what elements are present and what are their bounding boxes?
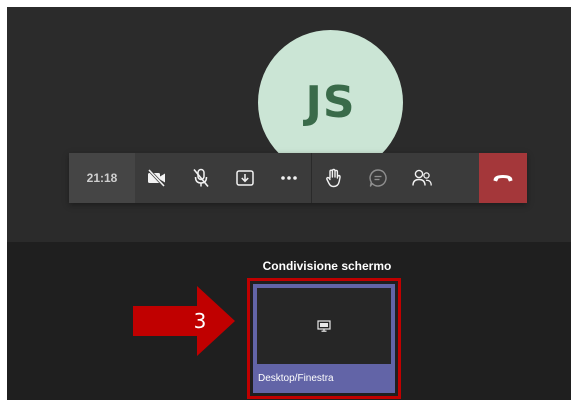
step-arrow-icon	[133, 286, 235, 356]
screenshot-stage: JS 21:18 Condivisione schermo Desktop/Fi…	[0, 0, 574, 403]
people-icon	[412, 169, 432, 186]
chat-button[interactable]	[356, 153, 400, 203]
screen-share-panel: Condivisione schermo Desktop/Finestra	[7, 242, 571, 400]
hand-icon	[326, 168, 341, 188]
mic-off-icon	[193, 168, 209, 188]
call-control-bar: 21:18	[69, 153, 527, 203]
phone-hangup-icon	[493, 175, 513, 182]
raise-hand-button[interactable]	[312, 153, 356, 203]
share-tile-label: Desktop/Finestra	[258, 373, 334, 384]
video-off-icon	[147, 169, 166, 187]
monitor-icon	[317, 320, 331, 332]
chat-icon	[369, 169, 387, 187]
hang-up-button[interactable]	[479, 153, 527, 203]
share-tile-preview	[257, 288, 391, 364]
share-panel-title: Condivisione schermo	[262, 259, 392, 273]
more-icon	[281, 176, 297, 180]
camera-toggle-button[interactable]	[135, 153, 179, 203]
step-number: 3	[193, 309, 207, 333]
participants-button[interactable]	[400, 153, 444, 203]
meeting-stage: JS 21:18	[7, 7, 571, 242]
share-tile-highlight: Desktop/Finestra	[247, 278, 401, 399]
call-timer: 21:18	[69, 153, 135, 203]
avatar-initials: JS	[305, 77, 356, 128]
share-tray-button[interactable]	[223, 153, 267, 203]
mic-toggle-button[interactable]	[179, 153, 223, 203]
more-actions-button[interactable]	[267, 153, 311, 203]
desktop-window-share-tile[interactable]: Desktop/Finestra	[253, 284, 395, 393]
share-tray-icon	[236, 170, 254, 186]
